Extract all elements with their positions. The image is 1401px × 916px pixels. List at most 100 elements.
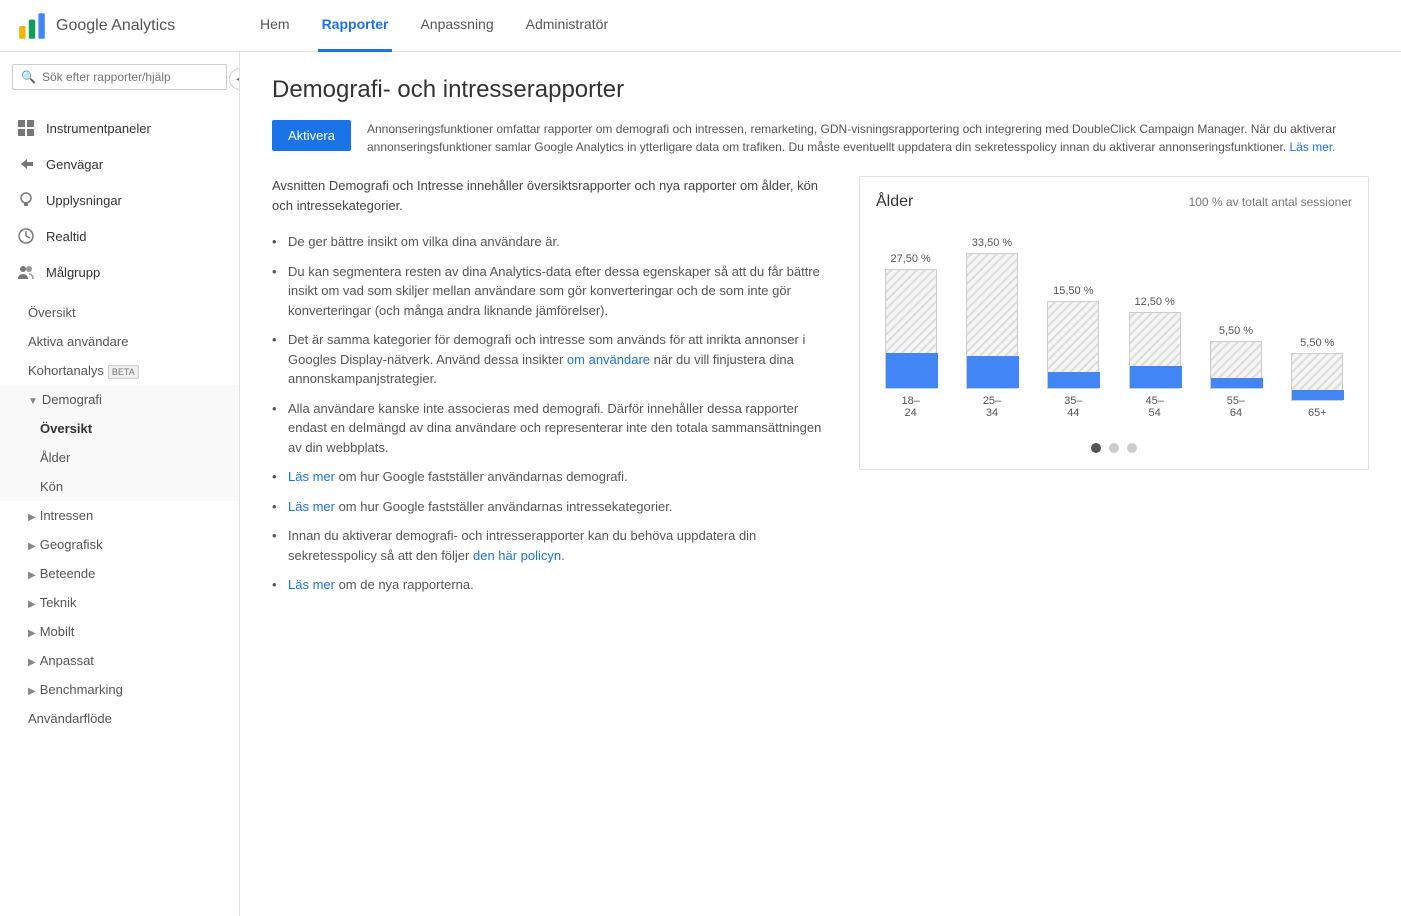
sidebar-sub-sub-dem-kon[interactable]: Kön — [0, 472, 239, 501]
bar-container-4 — [1210, 341, 1262, 389]
chart-dot-1[interactable] — [1091, 443, 1101, 453]
sidebar: ◀ 🔍 Instrumentpaneler Genvägar — [0, 52, 240, 916]
app-name: Google Analytics — [56, 17, 175, 35]
bar-container-0 — [885, 269, 937, 389]
bar-group-3: 12,50 %45– 54 — [1120, 296, 1189, 419]
bullet-8: Läs mer om de nya rapporterna. — [272, 570, 835, 600]
bar-bg-0 — [885, 269, 937, 389]
lightbulb-icon — [16, 190, 36, 210]
nav-administrator[interactable]: Administratör — [522, 0, 612, 52]
bullet-6: Läs mer om hur Google fastställer använd… — [272, 492, 835, 522]
left-column: Avsnitten Demografi och Intresse innehål… — [272, 176, 835, 612]
bullet-3: Det är samma kategorier för demografi oc… — [272, 325, 835, 394]
mobilt-expand-arrow: ▶ — [28, 628, 36, 639]
search-input[interactable] — [42, 70, 218, 84]
bar-blue-5 — [1292, 390, 1344, 400]
chart-dots — [876, 443, 1352, 453]
intressen-expand-arrow: ▶ — [28, 512, 36, 523]
sidebar-item-upplysningar[interactable]: Upplysningar — [0, 182, 239, 218]
bar-chart: 27,50 %18– 2433,50 %25– 3415,50 %35– 441… — [876, 227, 1352, 427]
sidebar-item-realtid[interactable]: Realtid — [0, 218, 239, 254]
sidebar-sub-aktiva[interactable]: Aktiva användare — [0, 327, 239, 356]
sidebar-sub-oversikt[interactable]: Översikt — [0, 298, 239, 327]
las-mer-link-1[interactable]: Läs mer — [288, 469, 335, 484]
people-icon — [16, 262, 36, 282]
insikter-link[interactable]: om användare — [567, 352, 650, 367]
policy-link[interactable]: den här policyn — [473, 548, 561, 563]
bar-label-4: 55– 64 — [1227, 395, 1245, 419]
sidebar-item-malgrupp[interactable]: Målgrupp — [0, 254, 239, 290]
bar-group-2: 15,50 %35– 44 — [1039, 285, 1108, 419]
sidebar-sub-intressen[interactable]: ▶Intressen — [0, 501, 239, 530]
chart-box: Ålder 100 % av totalt antal sessioner 27… — [859, 176, 1369, 470]
sidebar-sub-teknik[interactable]: ▶Teknik — [0, 588, 239, 617]
sidebar-sub-kohort[interactable]: KohortanalysBETA — [0, 356, 239, 385]
bullet-list: De ger bättre insikt om vilka dina använ… — [272, 227, 835, 600]
sidebar-item-upplysningar-label: Upplysningar — [46, 193, 122, 208]
bar-group-4: 5,50 % 55– 64 — [1201, 325, 1270, 419]
sidebar-sub-anvandarflode[interactable]: Användarflöde — [0, 704, 239, 733]
nav-rapporter[interactable]: Rapporter — [318, 0, 393, 52]
arrow-left-icon — [16, 154, 36, 174]
bar-blue-4 — [1211, 378, 1263, 388]
sidebar-item-instrumentpaneler-label: Instrumentpaneler — [46, 121, 151, 136]
sidebar-item-genvagar[interactable]: Genvägar — [0, 146, 239, 182]
activate-description: Annonseringsfunktioner omfattar rapporte… — [367, 120, 1369, 156]
nav-hem[interactable]: Hem — [256, 0, 294, 52]
bar-pct-0: 27,50 % — [890, 253, 930, 265]
search-box[interactable]: 🔍 — [12, 64, 227, 90]
chart-dot-2[interactable] — [1109, 443, 1119, 453]
bullet-7: Innan du aktiverar demografi- och intres… — [272, 521, 835, 570]
search-icon: 🔍 — [21, 70, 36, 84]
bar-bg-4 — [1210, 341, 1262, 389]
right-column: Ålder 100 % av totalt antal sessioner 27… — [859, 176, 1369, 612]
bar-container-2 — [1047, 301, 1099, 389]
activate-desc-text: Annonseringsfunktioner omfattar rapporte… — [367, 122, 1336, 154]
bar-label-1: 25– 34 — [983, 395, 1001, 419]
bar-bg-5 — [1291, 353, 1343, 401]
top-nav-links: Hem Rapporter Anpassning Administratör — [256, 0, 612, 51]
sidebar-item-instrumentpaneler[interactable]: Instrumentpaneler — [0, 110, 239, 146]
las-mer-link-3[interactable]: Läs mer — [288, 577, 335, 592]
bar-container-5 — [1291, 353, 1343, 401]
sidebar-sub-sub-dem-alder[interactable]: Ålder — [0, 443, 239, 472]
sidebar-sub-anpassat[interactable]: ▶Anpassat — [0, 646, 239, 675]
benchmarking-expand-arrow: ▶ — [28, 686, 36, 697]
sidebar-sub-beteende[interactable]: ▶Beteende — [0, 559, 239, 588]
bar-pct-3: 12,50 % — [1134, 296, 1174, 308]
bar-bg-1 — [966, 253, 1018, 389]
bar-pct-1: 33,50 % — [972, 237, 1012, 249]
las-mer-link-2[interactable]: Läs mer — [288, 499, 335, 514]
content-area: Demografi- och intresserapporter Aktiver… — [240, 52, 1401, 916]
bar-bg-3 — [1129, 312, 1181, 389]
malgrupp-subitems: Översikt Aktiva användare KohortanalysBE… — [0, 298, 239, 733]
main-layout: ◀ 🔍 Instrumentpaneler Genvägar — [0, 52, 1401, 916]
sidebar-sub-benchmarking[interactable]: ▶Benchmarking — [0, 675, 239, 704]
bullet-5: Läs mer om hur Google fastställer använd… — [272, 462, 835, 492]
activate-learn-more-link[interactable]: Läs mer. — [1290, 140, 1336, 154]
activate-button[interactable]: Aktivera — [272, 120, 351, 151]
main-content: Demografi- och intresserapporter Aktiver… — [240, 52, 1401, 916]
nav-anpassning[interactable]: Anpassning — [416, 0, 497, 52]
sidebar-sub-demografi[interactable]: ▼Demografi — [0, 385, 239, 414]
bar-group-1: 33,50 % 25– 34 — [957, 237, 1026, 419]
bar-group-5: 5,50 %65+ — [1283, 337, 1352, 419]
bar-container-1 — [966, 253, 1018, 389]
sidebar-sub-mobilt[interactable]: ▶Mobilt — [0, 617, 239, 646]
bullet-4: Alla användare kanske inte associeras me… — [272, 394, 835, 463]
chart-header: Ålder 100 % av totalt antal sessioner — [876, 193, 1352, 211]
sidebar-collapse-button[interactable]: ◀ — [229, 68, 240, 90]
sidebar-sub-sub-dem-oversikt[interactable]: Översikt — [0, 414, 239, 443]
bar-label-5: 65+ — [1308, 407, 1327, 419]
teknik-expand-arrow: ▶ — [28, 599, 36, 610]
logo-area: Google Analytics — [16, 10, 256, 42]
bar-pct-4: 5,50 % — [1219, 325, 1253, 337]
bar-bg-2 — [1047, 301, 1099, 389]
chart-dot-3[interactable] — [1127, 443, 1137, 453]
activate-section: Aktivera Annonseringsfunktioner omfattar… — [272, 120, 1369, 156]
sidebar-section-main: Instrumentpaneler Genvägar Upplysningar … — [0, 102, 239, 298]
two-column-layout: Avsnitten Demografi och Intresse innehål… — [272, 176, 1369, 612]
beteende-expand-arrow: ▶ — [28, 570, 36, 581]
intro-text: Avsnitten Demografi och Intresse innehål… — [272, 176, 835, 215]
sidebar-sub-geografisk[interactable]: ▶Geografisk — [0, 530, 239, 559]
